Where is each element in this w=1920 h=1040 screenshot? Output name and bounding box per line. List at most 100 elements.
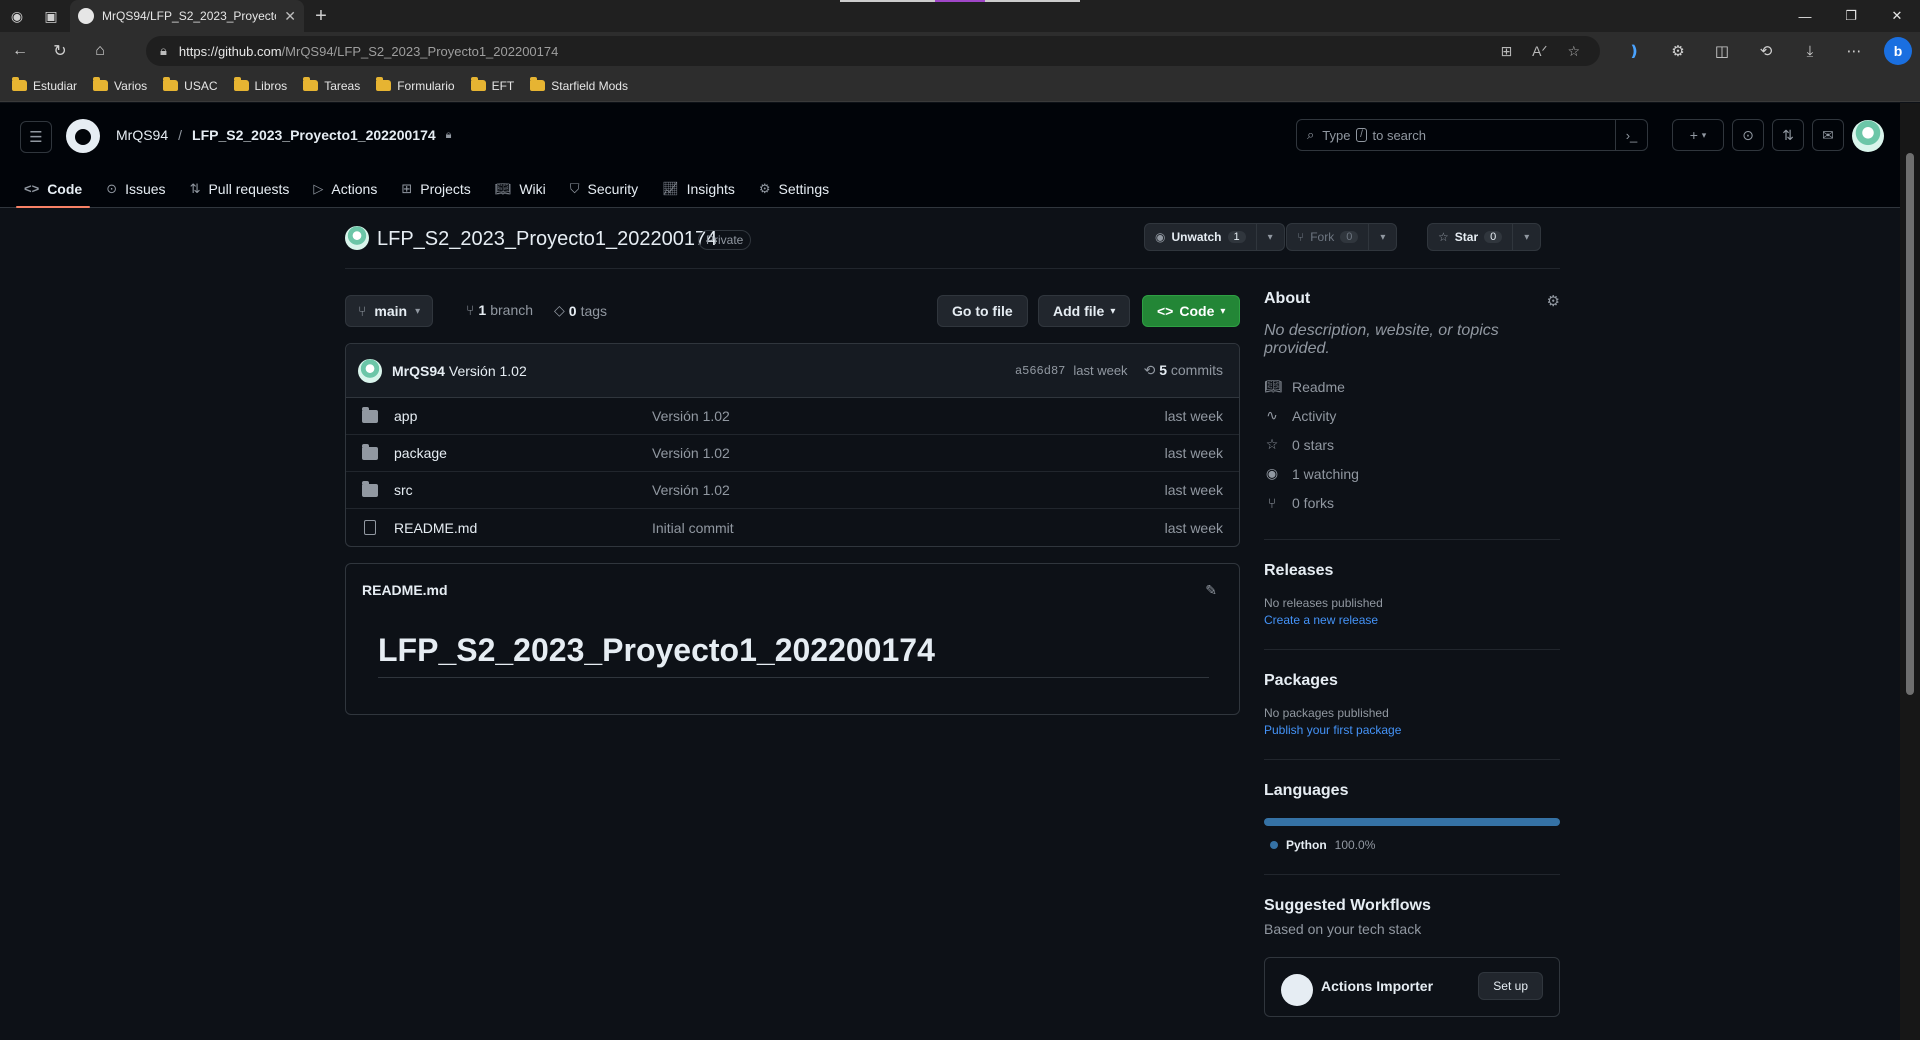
go-to-file-button[interactable]: Go to file [937, 295, 1028, 327]
repo-sidebar: About ⚙ No description, website, or topi… [1264, 290, 1560, 1017]
inbox-icon[interactable]: ✉ [1812, 119, 1844, 151]
tab-projects[interactable]: ⊞ Projects [393, 169, 478, 208]
tab-security[interactable]: ⛉ Security [562, 169, 646, 208]
commits-link[interactable]: ⟲ 5 commits [1144, 362, 1223, 379]
add-file-button[interactable]: Add file ▾ [1038, 295, 1131, 327]
activity-link[interactable]: ∿ Activity [1264, 401, 1560, 430]
file-commit-message[interactable]: Initial commit [652, 520, 734, 536]
tab-actions-icon[interactable]: ▣ [34, 0, 68, 32]
github-logo-icon[interactable] [66, 119, 100, 153]
create-new-button[interactable]: + ▾ [1672, 119, 1724, 151]
hamburger-menu-icon[interactable]: ☰ [20, 121, 52, 153]
bookmark-folder[interactable]: Tareas [303, 77, 360, 93]
unwatch-button[interactable]: ◉ Unwatch 1 ▾ [1144, 223, 1285, 251]
extension-active-icon[interactable]: ❫ [1612, 42, 1656, 60]
stars-link[interactable]: ☆ 0 stars [1264, 430, 1560, 459]
window-close-icon[interactable]: ✕ [1874, 0, 1920, 32]
fork-button[interactable]: ⑂ Fork 0 ▾ [1286, 223, 1398, 251]
tags-link[interactable]: ◇ 0 tags [554, 302, 607, 319]
page-scrollbar[interactable] [1900, 103, 1920, 1040]
forks-link[interactable]: ⑂ 0 forks [1264, 488, 1560, 517]
owner-link[interactable]: MrQS94 [116, 127, 168, 143]
language-item[interactable]: Python 100.0% [1264, 838, 1560, 852]
chevron-down-icon: ▾ [1701, 129, 1707, 140]
publish-package-link[interactable]: Publish your first package [1264, 723, 1560, 737]
star-button[interactable]: ☆ Star 0 ▾ [1427, 223, 1542, 251]
file-name[interactable]: app [394, 408, 652, 424]
new-tab-icon[interactable]: + [304, 0, 338, 32]
file-commit-message[interactable]: Versión 1.02 [652, 482, 730, 498]
split-screen-icon[interactable]: ◫ [1700, 42, 1744, 60]
file-name[interactable]: README.md [394, 520, 652, 536]
file-commit-message[interactable]: Versión 1.02 [652, 445, 730, 461]
set-up-button[interactable]: Set up [1478, 972, 1543, 1000]
tab-actions[interactable]: ▷ Actions [305, 169, 385, 208]
history-icon[interactable]: ⟲ [1744, 42, 1788, 60]
branches-link[interactable]: ⑂ 1 branch [466, 302, 533, 318]
search-input[interactable]: ⌕ Type / to search ›_ [1296, 119, 1648, 151]
back-icon[interactable]: ← [0, 32, 40, 70]
edit-pencil-icon[interactable]: ✎ [1205, 582, 1217, 599]
table-row[interactable]: README.md Initial commit last week [346, 509, 1239, 546]
chevron-down-icon[interactable]: ▾ [1368, 224, 1396, 250]
book-icon: 📖︎ [1264, 378, 1282, 394]
bookmark-folder[interactable]: Formulario [376, 77, 455, 93]
code-button[interactable]: <> Code ▾ [1142, 295, 1241, 327]
tab-pull-requests[interactable]: ⇅ Pull requests [182, 169, 298, 208]
bookmark-folder[interactable]: Starfield Mods [530, 77, 628, 93]
file-commit-message[interactable]: Versión 1.02 [652, 408, 730, 424]
repo-title[interactable]: LFP_S2_2023_Proyecto1_202200174 [377, 228, 717, 251]
file-name[interactable]: src [394, 482, 652, 498]
commit-message[interactable]: Versión 1.02 [449, 363, 527, 379]
tab-close-icon[interactable]: ✕ [284, 8, 296, 25]
bookmark-folder[interactable]: Estudiar [12, 77, 77, 93]
browser-tab[interactable]: MrQS94/LFP_S2_2023_Proyecto1_202200174 ✕ [70, 0, 304, 32]
bookmark-folder[interactable]: Varios [93, 77, 147, 93]
favorite-star-icon[interactable]: ☆ [1567, 36, 1580, 66]
tab-code[interactable]: <> Code [16, 169, 91, 208]
repo-link[interactable]: LFP_S2_2023_Proyecto1_202200174 [192, 127, 436, 143]
table-row[interactable]: app Versión 1.02 last week [346, 398, 1239, 435]
bookmark-folder[interactable]: EFT [470, 77, 514, 93]
create-release-link[interactable]: Create a new release [1264, 613, 1560, 627]
read-aloud-icon[interactable]: Aᐟ [1532, 36, 1547, 66]
copilot-icon[interactable]: b [1884, 37, 1912, 65]
more-icon[interactable]: ⋯ [1832, 42, 1876, 60]
tab-issues[interactable]: ⊙ Issues [98, 169, 173, 208]
avatar[interactable] [358, 358, 382, 383]
refresh-icon[interactable]: ↻ [40, 32, 80, 70]
table-row[interactable]: package Versión 1.02 last week [346, 435, 1239, 472]
pull-requests-icon[interactable]: ⇅ [1772, 119, 1804, 151]
issues-icon[interactable]: ⊙ [1732, 119, 1764, 151]
watching-link[interactable]: ◉ 1 watching [1264, 459, 1560, 488]
workflow-card: Actions Importer Set up [1264, 957, 1560, 1017]
commit-sha[interactable]: a566d87 [1015, 364, 1065, 378]
profile-icon[interactable]: ◉ [0, 0, 34, 32]
tab-settings[interactable]: ⚙ Settings [751, 169, 837, 208]
home-icon[interactable]: ⌂ [80, 32, 120, 70]
restore-icon[interactable]: ❐ [1828, 0, 1874, 32]
commit-author[interactable]: MrQS94 [392, 363, 445, 379]
tab-wiki[interactable]: 📖︎ Wiki [487, 169, 554, 208]
readme-link[interactable]: 📖︎ Readme [1264, 372, 1560, 401]
readme-filename[interactable]: README.md [362, 582, 448, 598]
table-row[interactable]: src Versión 1.02 last week [346, 472, 1239, 509]
file-name[interactable]: package [394, 445, 652, 461]
command-palette-icon[interactable]: ›_ [1615, 120, 1647, 150]
downloads-icon[interactable]: ⤓ [1788, 43, 1832, 60]
releases-heading[interactable]: Releases [1264, 562, 1560, 580]
tab-insights[interactable]: 📈︎ Insights [654, 169, 743, 208]
app-available-icon[interactable]: ⊞ [1500, 36, 1512, 66]
bookmark-folder[interactable]: USAC [163, 77, 218, 93]
user-avatar[interactable] [1852, 120, 1884, 152]
url-field[interactable]: 🔒︎ https://github.com/MrQS94/LFP_S2_2023… [146, 36, 1600, 66]
scrollbar-thumb[interactable] [1906, 153, 1914, 695]
minimize-icon[interactable]: — [1782, 0, 1828, 32]
bookmark-folder[interactable]: Libros [233, 77, 287, 93]
chevron-down-icon[interactable]: ▾ [1512, 224, 1540, 250]
branch-selector[interactable]: ⑂ main ▾ [345, 295, 434, 327]
packages-heading[interactable]: Packages [1264, 672, 1560, 690]
gear-icon[interactable]: ⚙ [1547, 292, 1560, 310]
chevron-down-icon[interactable]: ▾ [1255, 224, 1284, 250]
extensions-icon[interactable]: ⚙ [1656, 42, 1700, 60]
